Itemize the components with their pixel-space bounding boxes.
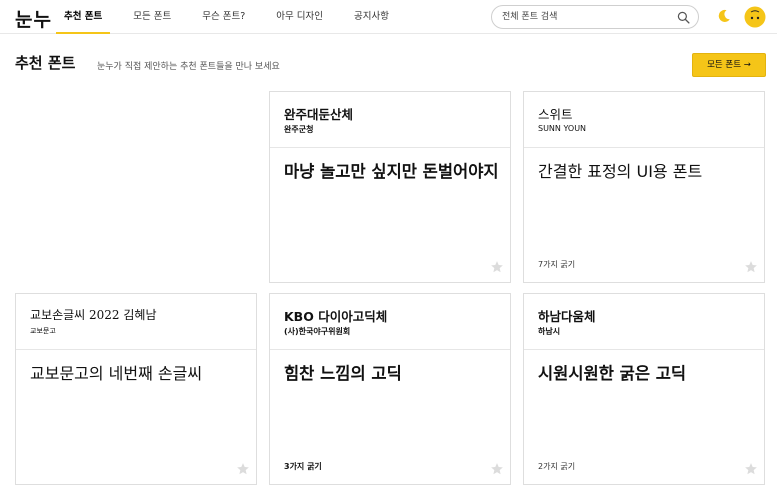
font-card-header: KBO 다이아고딕체 (사)한국야구위원회 <box>270 294 510 350</box>
font-author[interactable]: 교보문고 <box>30 326 56 336</box>
font-card-header: 하남다움체 하남시 <box>524 294 764 350</box>
star-icon[interactable] <box>490 260 504 274</box>
font-author[interactable]: 하남시 <box>538 326 560 337</box>
font-author[interactable]: (사)한국야구위원회 <box>284 326 350 337</box>
font-sample-text: 힘찬 느낌의 고딕 <box>284 364 402 383</box>
font-card[interactable]: 교보손글씨 2022 김혜남 교보문고 교보문고의 네번째 손글씨 <box>15 293 257 485</box>
page-title: 추천 폰트 <box>15 54 76 72</box>
font-card[interactable]: 스위트 SUNN YOUN 간결한 표정의 UI용 폰트 7가지 굵기 <box>523 91 765 283</box>
font-name[interactable]: KBO 다이아고딕체 <box>284 306 387 325</box>
nav-item-all-fonts[interactable]: 모든 폰트 <box>125 0 179 34</box>
star-icon[interactable] <box>744 462 758 476</box>
font-weight-count: 2가지 굵기 <box>538 462 576 471</box>
nav-item-recommended[interactable]: 추천 폰트 <box>56 0 111 34</box>
font-card[interactable]: 하남다움체 하남시 시원시원한 굵은 고딕 2가지 굵기 <box>523 293 765 485</box>
all-fonts-button[interactable]: 모든 폰트 → <box>692 53 766 77</box>
font-name[interactable]: 교보손글씨 2022 김혜남 <box>30 306 157 323</box>
star-icon[interactable] <box>744 260 758 274</box>
font-card[interactable]: KBO 다이아고딕체 (사)한국야구위원회 힘찬 느낌의 고딕 3가지 굵기 <box>269 293 511 485</box>
page-subtitle: 눈누가 직접 제안하는 추천 폰트들을 만나 보세요 <box>97 62 280 72</box>
search-input[interactable] <box>502 9 670 25</box>
star-icon[interactable] <box>490 462 504 476</box>
moon-icon[interactable] <box>716 8 732 24</box>
main-nav: 추천 폰트 모든 폰트 무슨 폰트? 아무 디자인 공지사항 <box>56 0 412 34</box>
font-sample-text: 마냥 놀고만 싶지만 돈벌어야지 <box>284 162 499 181</box>
font-sample-text: 시원시원한 굵은 고딕 <box>538 364 687 383</box>
search-box <box>491 5 699 29</box>
font-name[interactable]: 완주대둔산체 <box>284 104 353 123</box>
font-card[interactable]: 완주대둔산체 완주군청 마냥 놀고만 싶지만 돈벌어야지 <box>269 91 511 283</box>
font-weight-count: 3가지 굵기 <box>284 462 322 471</box>
font-name[interactable]: 스위트 <box>538 104 573 123</box>
nav-item-any-design[interactable]: 아무 디자인 <box>268 0 331 34</box>
nav-item-notices[interactable]: 공지사항 <box>346 0 397 34</box>
avatar[interactable] <box>744 6 766 28</box>
font-card-header: 완주대둔산체 완주군청 <box>270 92 510 148</box>
font-author[interactable]: SUNN YOUN <box>538 124 586 133</box>
font-card-header: 스위트 SUNN YOUN <box>524 92 764 148</box>
font-author[interactable]: 완주군청 <box>284 124 313 135</box>
font-sample-text: 교보문고의 네번째 손글씨 <box>30 364 203 383</box>
font-weight-count: 7가지 굵기 <box>538 260 576 269</box>
app-logo[interactable]: 눈누 <box>15 5 52 32</box>
font-card-header: 교보손글씨 2022 김혜남 교보문고 <box>16 294 256 350</box>
star-icon[interactable] <box>236 462 250 476</box>
top-navigation-bar: 눈누 추천 폰트 모든 폰트 무슨 폰트? 아무 디자인 공지사항 <box>0 0 777 34</box>
search-icon[interactable] <box>677 11 690 24</box>
font-name[interactable]: 하남다움체 <box>538 306 596 325</box>
font-sample-text: 간결한 표정의 UI용 폰트 <box>538 162 703 181</box>
nav-item-which-font[interactable]: 무슨 폰트? <box>194 0 253 34</box>
